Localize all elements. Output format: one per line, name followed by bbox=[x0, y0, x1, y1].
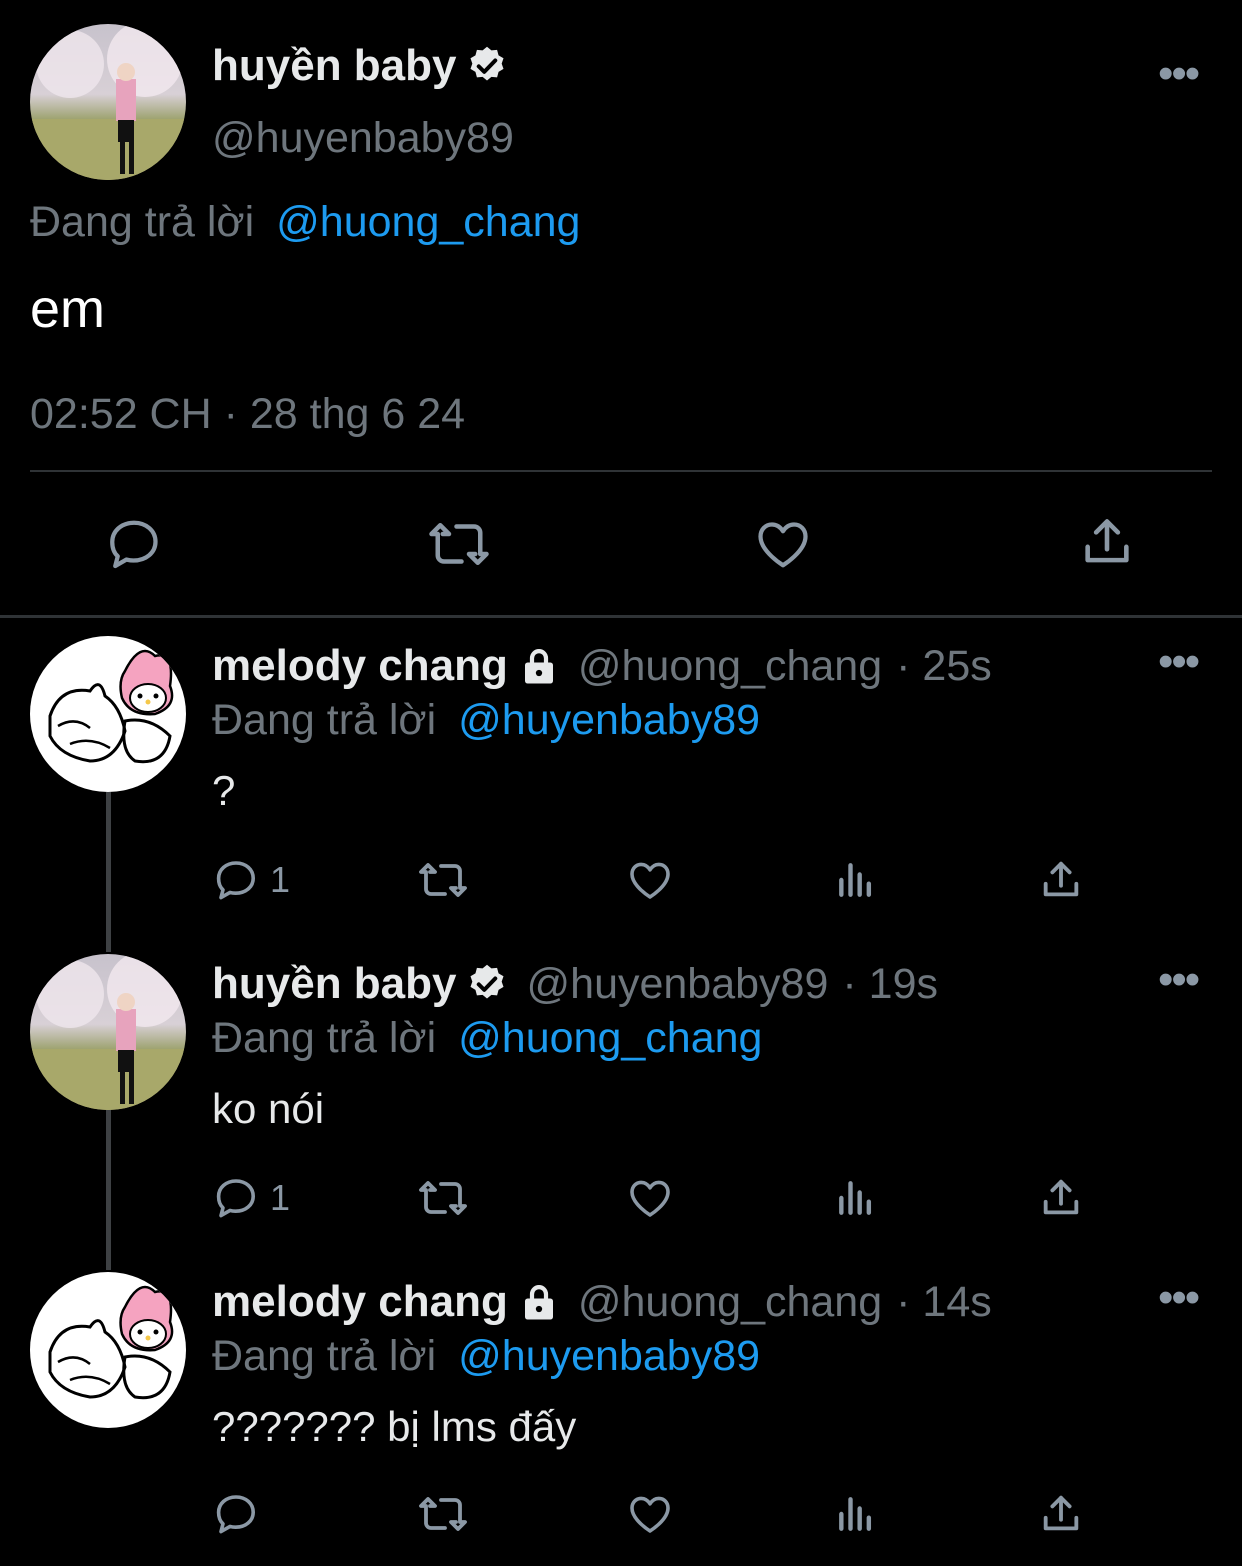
author-handle[interactable]: @huyenbaby89 bbox=[527, 958, 829, 1010]
replying-label: Đang trả lời bbox=[212, 1332, 437, 1380]
author-name[interactable]: melody chang bbox=[212, 640, 508, 692]
reply-icon bbox=[216, 861, 255, 900]
more-icon[interactable]: ••• bbox=[1158, 958, 1200, 1002]
tweet-timestamp[interactable]: 02:52 CH · 28 thg 6 24 bbox=[30, 388, 465, 440]
retweet-button[interactable] bbox=[416, 1490, 470, 1538]
views-button[interactable] bbox=[834, 858, 878, 902]
views-button[interactable] bbox=[834, 1492, 878, 1536]
reply-button[interactable] bbox=[212, 1490, 270, 1538]
retweet-button[interactable] bbox=[416, 856, 470, 904]
retweet-button[interactable] bbox=[416, 1174, 470, 1222]
share-button[interactable] bbox=[1038, 1174, 1084, 1222]
tweet-text: em bbox=[30, 279, 106, 339]
views-button[interactable] bbox=[834, 1176, 878, 1220]
reply-count: 1 bbox=[270, 1177, 291, 1218]
reply-button[interactable] bbox=[104, 514, 164, 574]
reply-time[interactable]: · 19s bbox=[842, 958, 938, 1010]
avatar[interactable] bbox=[30, 636, 186, 792]
author-name[interactable]: huyền baby bbox=[212, 40, 457, 92]
reply-time[interactable]: · 14s bbox=[896, 1276, 992, 1328]
views-icon bbox=[839, 1497, 872, 1531]
replying-to-link[interactable]: @huyenbaby89 bbox=[458, 1332, 760, 1380]
more-icon[interactable]: ••• bbox=[1158, 640, 1200, 684]
thread-line bbox=[106, 792, 111, 952]
reply-text: ??????? bị lms đấy bbox=[212, 1403, 577, 1450]
like-icon bbox=[630, 1496, 670, 1533]
retweet-icon bbox=[419, 1497, 467, 1531]
share-button[interactable] bbox=[1038, 1490, 1084, 1538]
lock-icon bbox=[518, 645, 560, 687]
share-button[interactable] bbox=[1038, 856, 1084, 904]
like-button[interactable] bbox=[752, 514, 814, 574]
retweet-button[interactable] bbox=[426, 514, 492, 574]
avatar[interactable] bbox=[30, 954, 186, 1110]
reply-time[interactable]: · 25s bbox=[896, 640, 992, 692]
author-handle[interactable]: @huong_chang bbox=[578, 640, 882, 692]
share-button[interactable] bbox=[1078, 512, 1136, 572]
reply-text: ? bbox=[212, 767, 236, 814]
verified-badge-icon bbox=[465, 962, 509, 1006]
more-icon[interactable]: ••• bbox=[1158, 1276, 1200, 1320]
reply-icon bbox=[216, 1179, 255, 1218]
author-name[interactable]: huyền baby bbox=[212, 958, 457, 1010]
avatar[interactable] bbox=[30, 1272, 186, 1428]
author-handle[interactable]: @huong_chang bbox=[578, 1276, 882, 1328]
like-icon bbox=[630, 862, 670, 899]
reply-count: 1 bbox=[270, 859, 291, 900]
views-icon bbox=[839, 1181, 872, 1215]
share-icon bbox=[1043, 1495, 1079, 1531]
replying-to-link[interactable]: @huong_chang bbox=[276, 198, 580, 246]
reply-button[interactable]: 1 bbox=[212, 1174, 290, 1222]
reply-icon bbox=[110, 520, 158, 569]
replying-label: Đang trả lời bbox=[212, 1014, 437, 1062]
like-button[interactable] bbox=[625, 1490, 675, 1538]
author-name[interactable]: melody chang bbox=[212, 1276, 508, 1328]
retweet-icon bbox=[429, 523, 489, 565]
verified-badge-icon bbox=[465, 44, 509, 88]
like-icon bbox=[630, 1180, 670, 1217]
retweet-icon bbox=[419, 1181, 467, 1215]
like-icon bbox=[758, 522, 808, 568]
reply-button[interactable]: 1 bbox=[212, 856, 290, 904]
share-icon bbox=[1043, 861, 1079, 897]
share-icon bbox=[1085, 519, 1129, 563]
divider bbox=[30, 470, 1212, 472]
replying-to-link[interactable]: @huong_chang bbox=[458, 1014, 762, 1062]
replying-label: Đang trả lời bbox=[212, 696, 437, 744]
replying-label: Đang trả lời bbox=[30, 198, 255, 246]
author-handle[interactable]: @huyenbaby89 bbox=[212, 112, 514, 164]
views-icon bbox=[839, 863, 872, 897]
reply-text: ko nói bbox=[212, 1085, 325, 1132]
avatar[interactable] bbox=[30, 24, 186, 180]
like-button[interactable] bbox=[625, 1174, 675, 1222]
more-icon[interactable]: ••• bbox=[1158, 52, 1200, 96]
like-button[interactable] bbox=[625, 856, 675, 904]
section-divider bbox=[0, 615, 1242, 618]
reply-icon bbox=[216, 1495, 255, 1534]
retweet-icon bbox=[419, 863, 467, 897]
lock-icon bbox=[518, 1281, 560, 1323]
thread-line bbox=[106, 1110, 111, 1270]
share-icon bbox=[1043, 1179, 1079, 1215]
replying-to-link[interactable]: @huyenbaby89 bbox=[458, 696, 760, 744]
